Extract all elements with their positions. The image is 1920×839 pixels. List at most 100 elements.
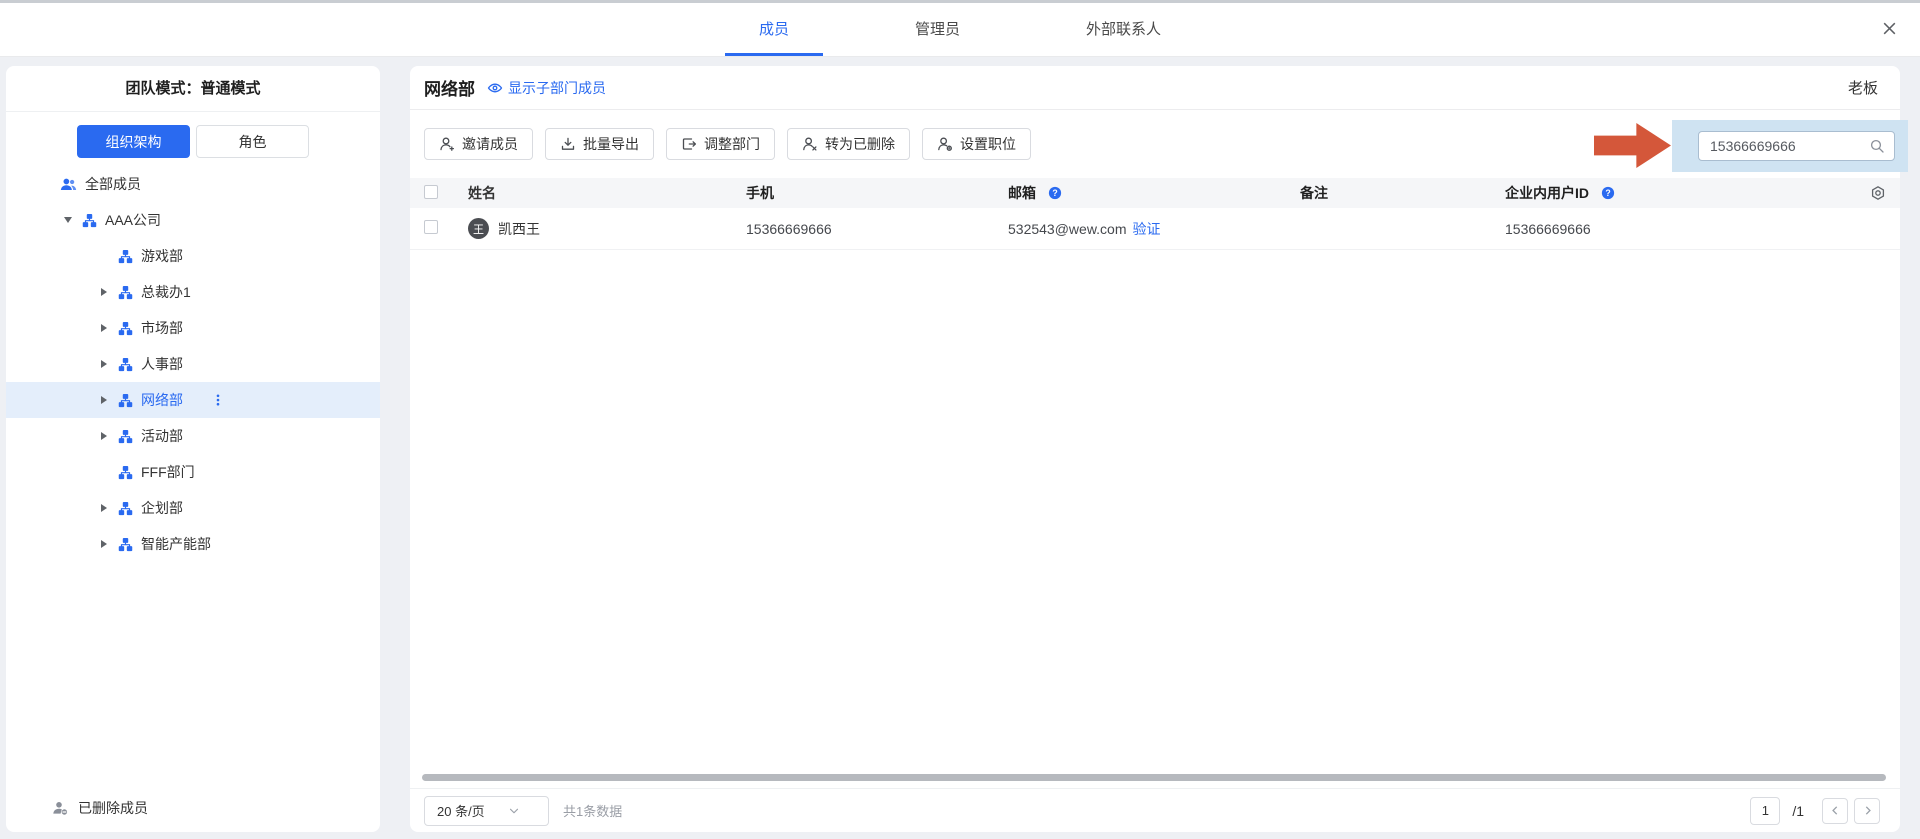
header-label: 邮箱 — [1008, 183, 1036, 203]
pager: /1 — [1750, 797, 1880, 825]
header-checkbox-cell — [424, 185, 468, 202]
tree-item-label: 智能产能部 — [141, 534, 211, 554]
page-size-select[interactable]: 20 条/页 — [424, 796, 549, 826]
tree-caret-spacer — [98, 467, 110, 477]
deleted-members-item[interactable]: 已删除成员 — [52, 798, 148, 818]
mode-button-0[interactable]: 组织架构 — [77, 125, 190, 158]
row-checkbox[interactable] — [424, 220, 438, 234]
tree-caret-icon[interactable] — [98, 503, 110, 513]
tree-item-label: 总裁办1 — [141, 282, 191, 302]
header-label: 备注 — [1300, 185, 1328, 201]
tree-item-label: 全部成员 — [85, 174, 141, 194]
verify-link[interactable]: 验证 — [1133, 219, 1161, 239]
department-icon — [118, 393, 133, 408]
tree-item-4[interactable]: 市场部 — [6, 310, 380, 346]
toolbar-button-label: 调整部门 — [704, 134, 760, 154]
tree-item-6[interactable]: 网络部 — [6, 382, 380, 418]
tree-item-10[interactable]: 智能产能部 — [6, 526, 380, 562]
toolbar-button-label: 转为已删除 — [825, 134, 895, 154]
move-to-deleted-icon — [802, 136, 818, 152]
tree-caret-icon[interactable] — [98, 539, 110, 549]
tree-caret-icon[interactable] — [98, 287, 110, 297]
tree-item-label: 游戏部 — [141, 246, 183, 266]
name-cell: 王凯西王 — [468, 218, 746, 239]
tree-item-9[interactable]: 企划部 — [6, 490, 380, 526]
svg-text:?: ? — [1605, 188, 1610, 198]
toolbar-button-0[interactable]: 邀请成员 — [424, 128, 533, 160]
tree-item-label: AAA公司 — [105, 210, 161, 230]
tree-caret-icon[interactable] — [98, 323, 110, 333]
show-subdept-members-link[interactable]: 显示子部门成员 — [487, 78, 606, 98]
settings-icon[interactable] — [1870, 185, 1886, 201]
search-icon[interactable] — [1869, 138, 1885, 154]
sidebar: 团队模式：普通模式 组织架构角色 全部成员 AAA公司游戏部总裁办1 市场部人事部网… — [6, 66, 380, 832]
deleted-members-label: 已删除成员 — [78, 798, 148, 818]
tab-bar: 成员 管理员 外部联系人 — [0, 0, 1920, 56]
tab-0[interactable]: 成员 — [725, 0, 823, 56]
phone-cell: 15366669666 — [746, 221, 1008, 237]
next-page-button[interactable] — [1854, 798, 1880, 824]
svg-text:?: ? — [1052, 188, 1057, 198]
tree-item-0[interactable]: 全部成员 — [6, 166, 380, 202]
top-header: 成员 管理员 外部联系人 — [0, 0, 1920, 57]
header-cell-0: 姓名 — [468, 183, 746, 203]
tab-2[interactable]: 外部联系人 — [1052, 0, 1195, 56]
total-pages-label: /1 — [1792, 803, 1804, 819]
team-mode-title: 团队模式：普通模式 — [6, 66, 380, 112]
tree-caret-icon[interactable] — [98, 395, 110, 405]
select-all-checkbox[interactable] — [424, 185, 438, 199]
tab-label: 管理员 — [915, 18, 960, 39]
mode-button-1[interactable]: 角色 — [196, 125, 309, 158]
tab-label: 外部联系人 — [1086, 18, 1161, 39]
tree-item-label: 活动部 — [141, 426, 183, 446]
header-cell-4: 企业内用户ID? — [1505, 183, 1842, 203]
table-empty-area — [410, 250, 1900, 774]
header-label: 企业内用户ID — [1505, 183, 1589, 203]
horizontal-scrollbar[interactable] — [422, 774, 1886, 781]
help-icon[interactable]: ? — [1601, 186, 1615, 200]
department-icon — [118, 357, 133, 372]
email-cell: 532543@wew.com 验证 — [1008, 219, 1300, 239]
tree-item-5[interactable]: 人事部 — [6, 346, 380, 382]
tree-caret-icon[interactable] — [62, 215, 74, 225]
tree-item-1[interactable]: AAA公司 — [6, 202, 380, 238]
kebab-menu-icon[interactable] — [211, 392, 225, 408]
header-cell-2: 邮箱? — [1008, 183, 1300, 203]
toolbar-button-1[interactable]: 批量导出 — [545, 128, 654, 160]
department-icon — [118, 249, 133, 264]
page-number-input[interactable] — [1750, 797, 1780, 825]
tree-item-3[interactable]: 总裁办1 — [6, 274, 380, 310]
header-cell-1: 手机 — [746, 183, 1008, 203]
header-label: 姓名 — [468, 183, 496, 203]
invite-member-icon — [439, 136, 455, 152]
tree-item-label: 市场部 — [141, 318, 183, 338]
department-title: 网络部 — [424, 75, 475, 100]
prev-page-button[interactable] — [1822, 798, 1848, 824]
deleted-member-icon — [52, 800, 68, 816]
tree-item-2[interactable]: 游戏部 — [6, 238, 380, 274]
toolbar-button-4[interactable]: 设置职位 — [922, 128, 1031, 160]
search-box — [1698, 131, 1895, 161]
tree-caret-icon[interactable] — [98, 359, 110, 369]
close-icon[interactable] — [1874, 13, 1904, 43]
members-panel: 网络部 显示子部门成员 老板 邀请成员批量导出调整部门转为已删除设置职位 姓名手… — [410, 66, 1900, 832]
tree-caret-icon[interactable] — [98, 431, 110, 441]
avatar: 王 — [468, 218, 489, 239]
set-position-icon — [937, 136, 953, 152]
toolbar-button-3[interactable]: 转为已删除 — [787, 128, 910, 160]
department-icon — [82, 213, 97, 228]
team-icon — [60, 176, 77, 193]
tree-item-7[interactable]: 活动部 — [6, 418, 380, 454]
window-top-strip — [0, 0, 1920, 3]
tree-item-8[interactable]: FFF部门 — [6, 454, 380, 490]
page-size-value: 20 条/页 — [437, 801, 489, 820]
search-input[interactable] — [1710, 138, 1869, 154]
tree-item-label: 网络部 — [141, 390, 183, 410]
toolbar-button-2[interactable]: 调整部门 — [666, 128, 775, 160]
tree-item-label: FFF部门 — [141, 462, 195, 482]
email-value: 532543@wew.com — [1008, 221, 1127, 237]
help-icon[interactable]: ? — [1048, 186, 1062, 200]
table-body: 王凯西王15366669666532543@wew.com验证153666696… — [410, 208, 1900, 250]
mode-switch: 组织架构角色 — [6, 125, 380, 158]
tab-1[interactable]: 管理员 — [881, 0, 994, 56]
